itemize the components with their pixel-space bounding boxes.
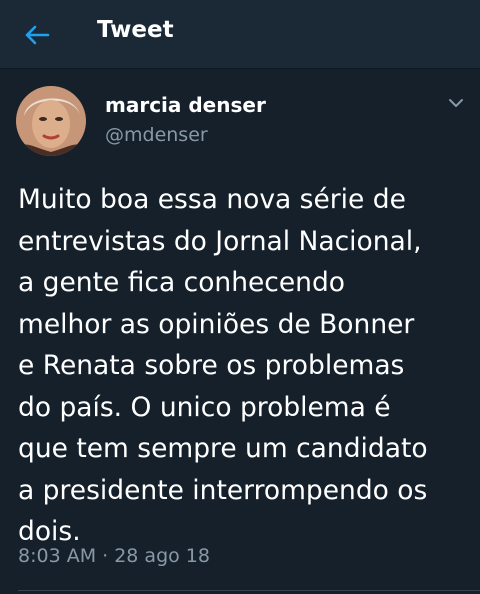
avatar[interactable] (16, 86, 86, 156)
tweet-text: Muito boa essa nova série de entrevistas… (18, 179, 468, 553)
author-name[interactable]: marcia denser (105, 93, 266, 117)
page-title: Tweet (97, 17, 174, 43)
tweet-text-line: do país. O unico problema é (18, 391, 391, 423)
tweet-text-line: e Renata sobre os problemas (18, 350, 405, 381)
author-handle[interactable]: @mdenser (105, 124, 208, 146)
divider (18, 590, 480, 591)
tweet-menu-button[interactable] (446, 95, 466, 111)
tweet-text-line: a presidente interrompendo os (18, 474, 428, 506)
tweet-text-line: melhor as opiniões de Bonner (18, 308, 415, 340)
tweet-text-line: que tem sempre um candidato (18, 433, 428, 464)
arrow-left-icon (25, 25, 50, 45)
back-button[interactable] (22, 20, 52, 50)
tweet-text-line: a gente fica conhecendo (18, 267, 346, 298)
chevron-down-icon (449, 99, 463, 107)
top-bar: Tweet (0, 0, 480, 69)
tweet-timestamp[interactable]: 8:03 AM · 28 ago 18 (18, 545, 210, 567)
tweet-text-line: entrevistas do Jornal Nacional, (18, 225, 422, 257)
tweet-text-line: Muito boa essa nova série de (18, 184, 406, 215)
avatar-portrait (16, 86, 86, 156)
